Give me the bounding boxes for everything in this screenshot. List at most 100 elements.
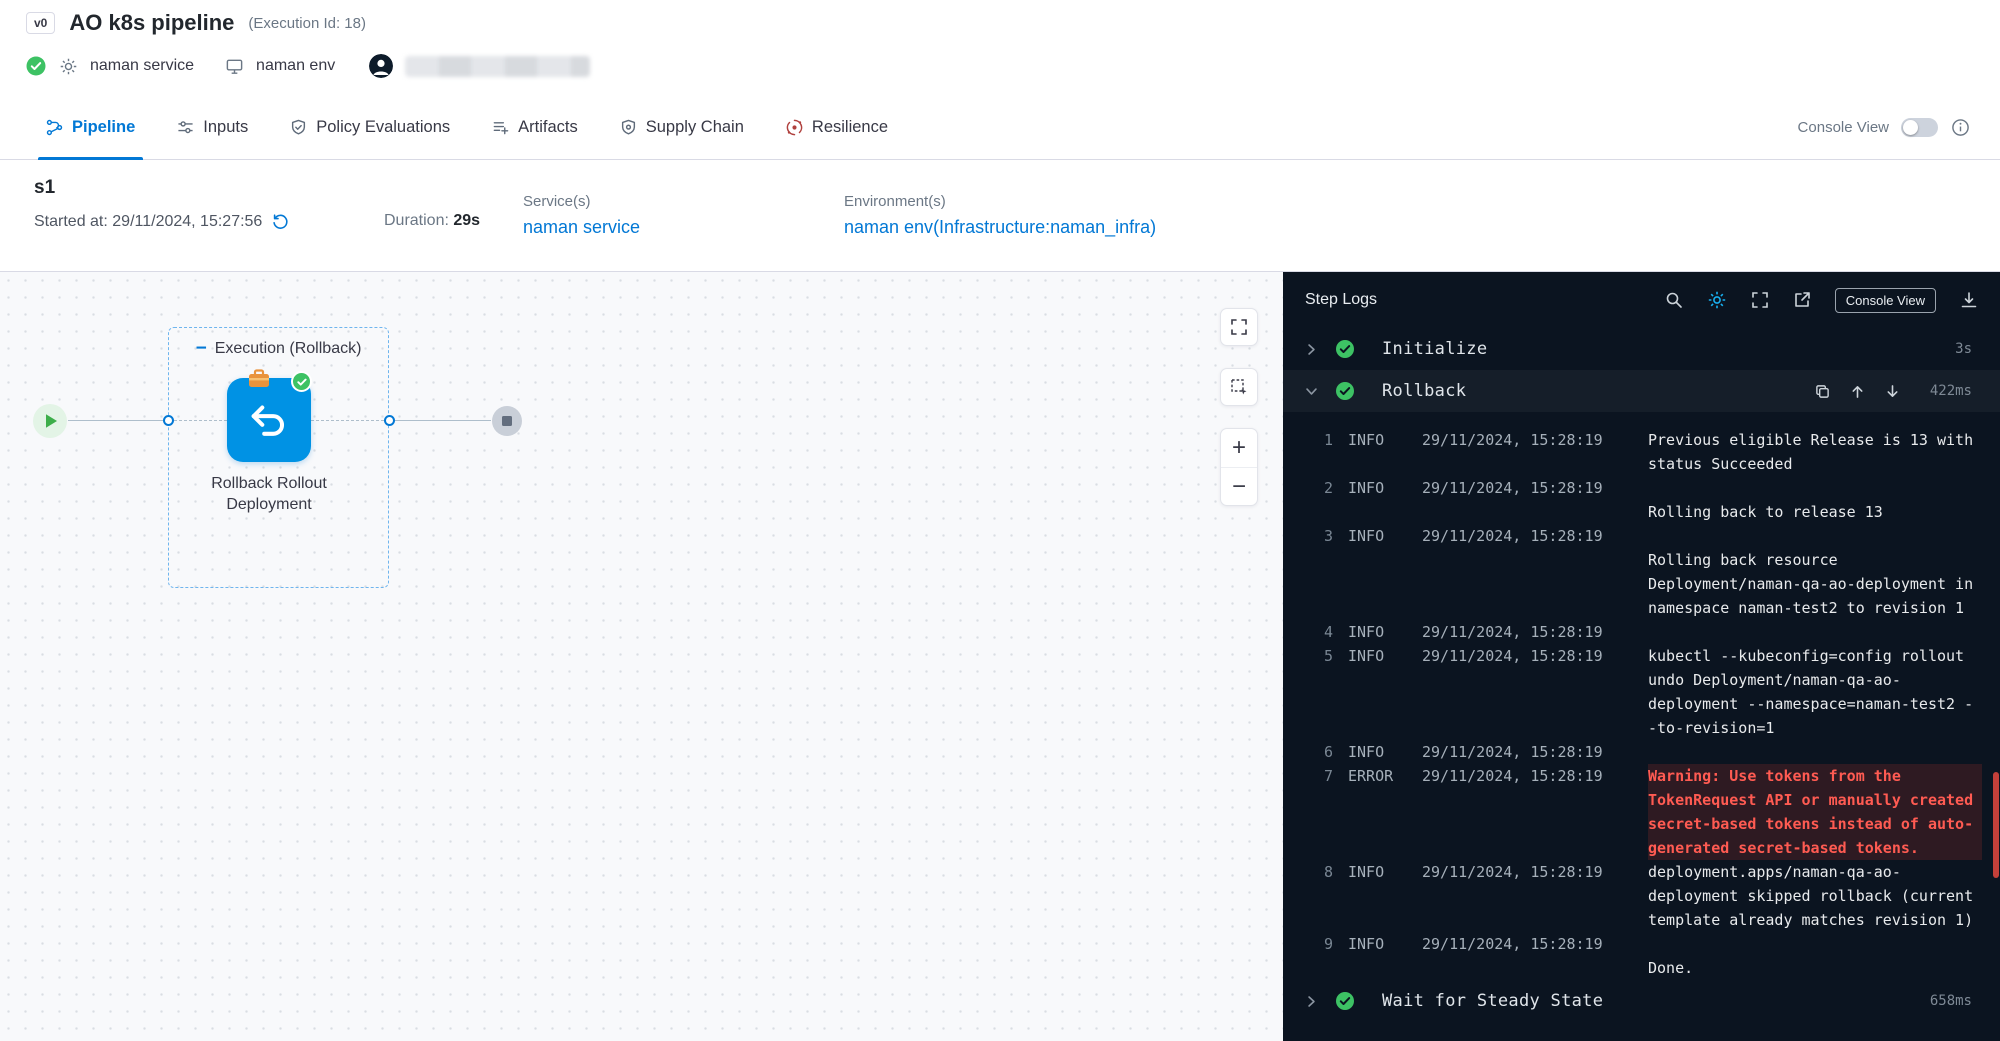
console-view-label: Console View	[1798, 119, 1889, 136]
page: v0 AO k8s pipeline (Execution Id: 18) na…	[0, 0, 2000, 1041]
tab-supply-chain[interactable]: Supply Chain	[604, 95, 760, 159]
stage-name: s1	[34, 177, 55, 199]
fullscreen-icon[interactable]	[1751, 291, 1769, 309]
log-level: INFO	[1348, 620, 1422, 644]
log-message-line	[1648, 932, 1982, 956]
log-message-line: deployment --namespace=naman-test2 -	[1648, 692, 1982, 716]
log-section-rollback[interactable]: Rollback 422ms	[1283, 370, 2000, 412]
log-message-line: deployment skipped rollback (current	[1648, 884, 1982, 908]
stage-started-label: Started at: 29/11/2024, 15:27:56	[34, 213, 262, 231]
error-scroll-marker	[1993, 772, 1999, 878]
service-link[interactable]: naman service	[523, 217, 640, 238]
log-entry: 5 INFO 29/11/2024, 15:28:19 kubectl --ku…	[1283, 644, 2000, 740]
environment-icon	[224, 56, 244, 76]
log-level: INFO	[1348, 740, 1422, 764]
collapse-group-icon[interactable]: −	[196, 342, 207, 356]
log-message-line: Warning: Use tokens from the	[1648, 764, 1982, 788]
copy-icon[interactable]	[1815, 384, 1830, 399]
search-icon[interactable]	[1665, 291, 1683, 309]
section-duration: 422ms	[1920, 383, 1972, 399]
chevron-right-icon[interactable]	[1303, 343, 1319, 356]
log-entry: 1 INFO 29/11/2024, 15:28:19 Previous eli…	[1283, 428, 2000, 476]
group-port-left	[163, 415, 174, 426]
log-entry: 8 INFO 29/11/2024, 15:28:19 deployment.a…	[1283, 860, 2000, 932]
success-check-icon	[1335, 381, 1355, 401]
tab-resilience[interactable]: Resilience	[770, 95, 904, 159]
log-message-line: undo Deployment/naman-qa-ao-	[1648, 668, 1982, 692]
log-message-line: template already matches revision 1)	[1648, 908, 1982, 932]
group-port-right	[384, 415, 395, 426]
log-line-number: 3	[1307, 524, 1333, 548]
marquee-select-button[interactable]	[1220, 368, 1258, 406]
log-message	[1648, 740, 2000, 764]
log-message-line: namespace naman-test2 to revision 1	[1648, 596, 1982, 620]
log-level: INFO	[1348, 932, 1422, 956]
scroll-up-icon[interactable]	[1850, 384, 1865, 399]
scroll-down-icon[interactable]	[1885, 384, 1900, 399]
info-icon[interactable]	[1950, 117, 1970, 137]
log-level: INFO	[1348, 860, 1422, 884]
chevron-right-icon[interactable]	[1303, 995, 1319, 1008]
stage-info-bar: s1 Started at: 29/11/2024, 15:27:56 Dura…	[0, 160, 2000, 272]
download-icon[interactable]	[1960, 291, 1978, 309]
execution-id: (Execution Id: 18)	[248, 15, 366, 32]
duration-value: 29s	[453, 212, 480, 229]
chevron-down-icon[interactable]	[1303, 385, 1319, 398]
tab-pipeline[interactable]: Pipeline	[30, 95, 151, 159]
zoom-controls: + −	[1220, 428, 1258, 506]
log-entry: 7 ERROR 29/11/2024, 15:28:19 Warning: Us…	[1283, 764, 2000, 860]
history-icon[interactable]	[270, 212, 290, 232]
pipeline-canvas: − Execution (Rollback) Rollback Rollout …	[0, 272, 1284, 1041]
log-message-line: TokenRequest API or manually created	[1648, 788, 1982, 812]
tab-policy-evaluations[interactable]: Policy Evaluations	[274, 95, 466, 159]
environment-link[interactable]: naman env(Infrastructure:naman_infra)	[844, 217, 1156, 238]
log-message-line: kubectl --kubeconfig=config rollout	[1648, 644, 1982, 668]
avatar	[369, 54, 393, 78]
section-name: Wait for Steady State	[1382, 991, 1603, 1011]
log-message-line: Deployment/naman-qa-ao-deployment in	[1648, 572, 1982, 596]
zoom-in-button[interactable]: +	[1221, 429, 1257, 467]
success-check-icon	[1335, 991, 1355, 1011]
log-level: INFO	[1348, 428, 1422, 452]
tab-label: Supply Chain	[646, 118, 744, 137]
services-label: Service(s)	[523, 193, 640, 210]
redacted-user-text	[405, 56, 590, 77]
log-message: deployment.apps/naman-qa-ao-deployment s…	[1648, 860, 2000, 932]
header-title-row: v0 AO k8s pipeline (Execution Id: 18)	[26, 10, 366, 36]
step-logs-panel: Step Logs Console View	[1283, 272, 2000, 1041]
log-timestamp: 29/11/2024, 15:28:19	[1422, 932, 1648, 956]
header-environment-name: naman env	[256, 57, 335, 75]
log-entry: 9 INFO 29/11/2024, 15:28:19 Done.	[1283, 932, 2000, 980]
app-header: v0 AO k8s pipeline (Execution Id: 18) na…	[0, 0, 2000, 95]
log-message-line	[1648, 476, 1982, 500]
log-timestamp: 29/11/2024, 15:28:19	[1422, 860, 1648, 884]
start-node[interactable]	[32, 403, 68, 439]
resilience-icon	[786, 119, 803, 136]
environments-label: Environment(s)	[844, 193, 1156, 210]
log-entry: 3 INFO 29/11/2024, 15:28:19 Rolling back…	[1283, 524, 2000, 620]
log-section-wait-for-steady-state[interactable]: Wait for Steady State 658ms	[1283, 980, 2000, 1022]
success-check-icon	[1335, 339, 1355, 359]
log-line-number: 6	[1307, 740, 1333, 764]
tab-inputs[interactable]: Inputs	[161, 95, 264, 159]
log-message-line: status Succeeded	[1648, 452, 1982, 476]
tab-label: Artifacts	[518, 118, 578, 137]
log-section-initialize[interactable]: Initialize 3s	[1283, 328, 2000, 370]
environments-column: Environment(s) naman env(Infrastructure:…	[844, 193, 1156, 238]
log-header-icons: Console View	[1665, 288, 1978, 313]
console-view-button[interactable]: Console View	[1835, 288, 1936, 313]
log-lines: 1 INFO 29/11/2024, 15:28:19 Previous eli…	[1283, 412, 2000, 980]
settings-icon[interactable]	[1707, 290, 1727, 310]
zoom-out-button[interactable]: −	[1221, 467, 1257, 505]
section-duration: 658ms	[1920, 993, 1972, 1009]
tab-artifacts[interactable]: Artifacts	[476, 95, 594, 159]
log-timestamp: 29/11/2024, 15:28:19	[1422, 764, 1648, 788]
log-panel-title: Step Logs	[1305, 291, 1377, 309]
log-entry: 2 INFO 29/11/2024, 15:28:19 Rolling back…	[1283, 476, 2000, 524]
tab-label: Pipeline	[72, 118, 135, 137]
end-node[interactable]	[491, 405, 523, 437]
console-view-toggle[interactable]	[1901, 118, 1938, 137]
fit-to-screen-button[interactable]	[1220, 308, 1258, 346]
version-badge: v0	[26, 12, 55, 34]
open-in-new-icon[interactable]	[1793, 291, 1811, 309]
